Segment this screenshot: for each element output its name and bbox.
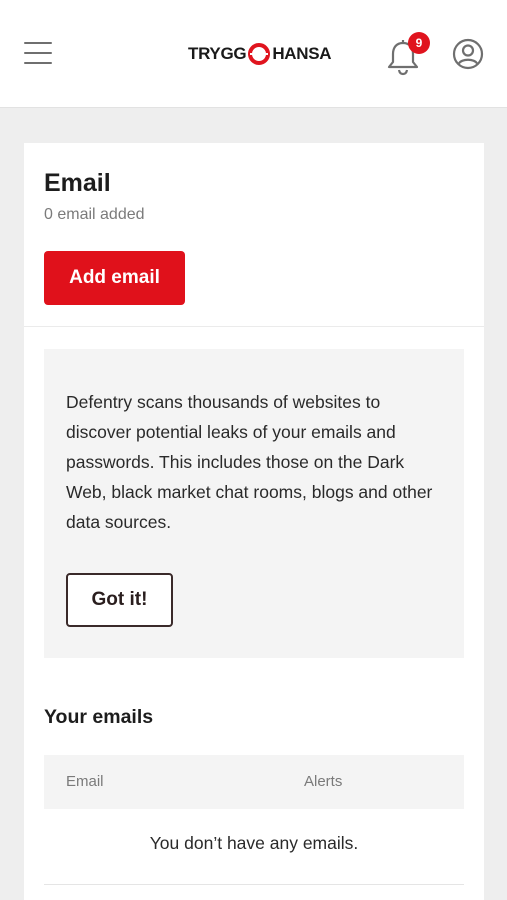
empty-state-message: You don’t have any emails.: [149, 833, 359, 853]
notification-badge: 9: [408, 32, 430, 54]
got-it-button[interactable]: Got it!: [66, 573, 173, 627]
info-text: Defentry scans thousands of websites to …: [66, 392, 433, 532]
email-card: Email 0 email added Add email Defentry s…: [24, 143, 484, 900]
column-header-email: Email: [66, 773, 104, 790]
your-emails-heading: Your emails: [44, 706, 154, 728]
menu-icon[interactable]: [24, 40, 54, 66]
notifications-button[interactable]: 9: [386, 32, 430, 76]
divider: [24, 326, 484, 327]
emails-table-header: Email Alerts: [44, 755, 464, 809]
top-bar: TRYGG HANSA 9: [0, 0, 507, 108]
add-email-button[interactable]: Add email: [44, 251, 185, 305]
page-title: Email: [44, 169, 111, 197]
column-header-alerts: Alerts: [304, 773, 343, 790]
email-count: 0 email added: [44, 206, 145, 223]
lifebuoy-icon: [248, 43, 271, 65]
account-icon[interactable]: [452, 38, 484, 70]
logo-text-right: HANSA: [272, 44, 332, 63]
logo-text-left: TRYGG: [188, 44, 247, 63]
brand-logo[interactable]: TRYGG HANSA: [188, 40, 332, 68]
table-divider: [44, 884, 464, 885]
info-box: Defentry scans thousands of websites to …: [44, 349, 464, 658]
